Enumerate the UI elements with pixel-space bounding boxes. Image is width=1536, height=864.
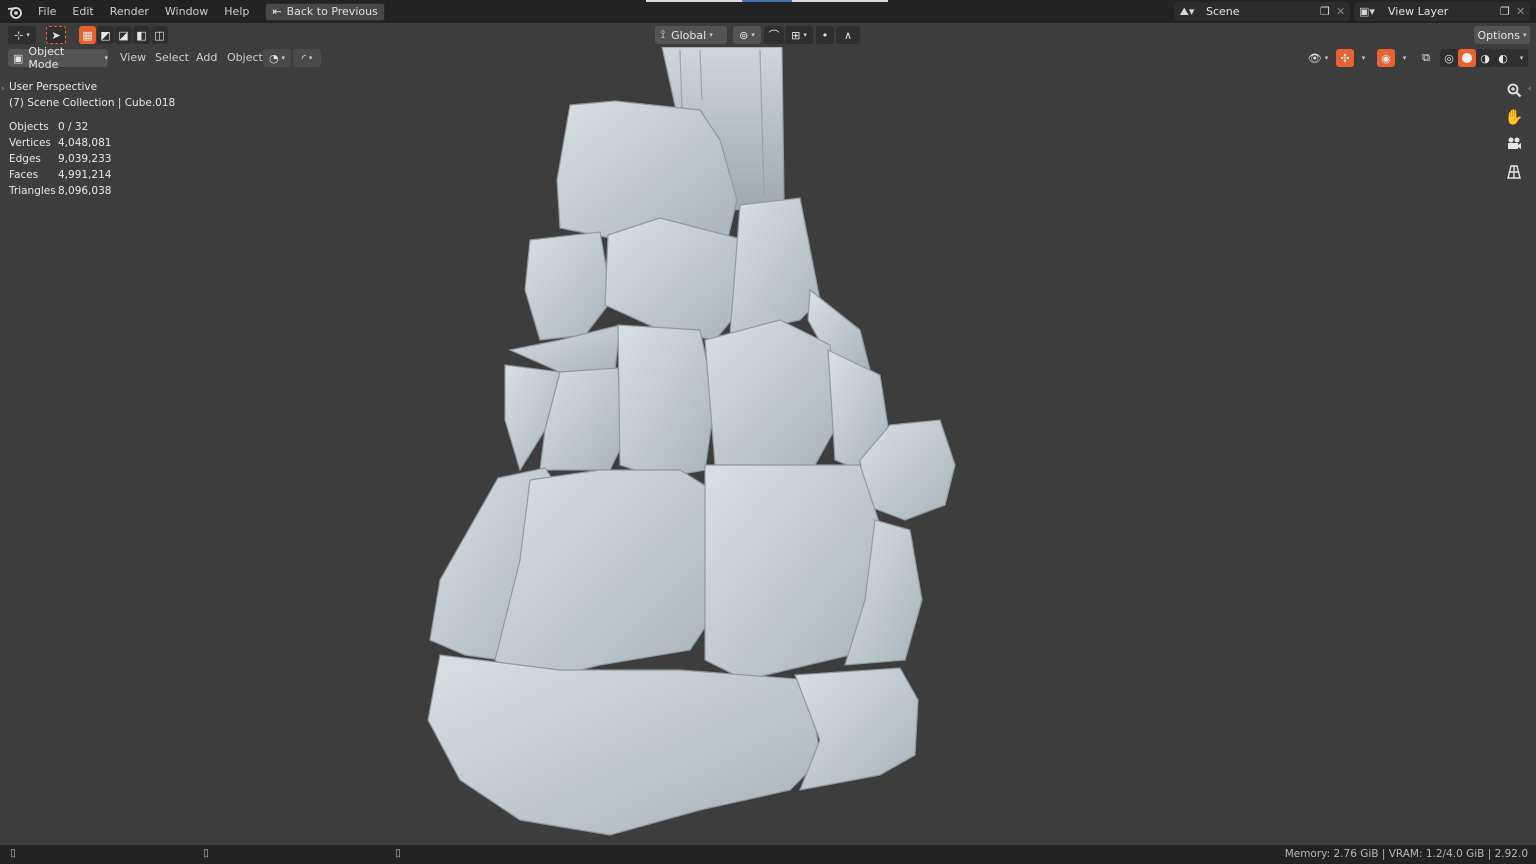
status-info: Memory: 2.76 GiB | VRAM: 1.2/4.0 GiB | 2… [1284,848,1528,860]
select-mode-invert-icon[interactable]: ◧ [133,26,150,44]
mouse-middle-icon: ▯ [203,847,209,859]
zoom-icon[interactable] [1502,78,1526,102]
menu-window[interactable]: Window [157,0,216,23]
options-label: Options [1477,28,1520,42]
stat-value: 4,048,081 [58,137,112,149]
menu-render[interactable]: Render [102,0,157,23]
snap-toggle-icon[interactable]: ⌒ [764,26,784,44]
stat-label: Triangles [9,185,56,197]
transform-pivot-dropdown[interactable]: ◔ ▾ [263,49,291,67]
stat-row: Faces 4,991,214 [9,167,111,183]
back-to-previous-label: Back to Previous [286,5,378,18]
mode-chevron-icon: ▾ [104,54,108,62]
status-bar: ▯ ▯ ▯ Memory: 2.76 GiB | VRAM: 1.2/4.0 G… [0,845,1536,864]
select-mode-subtract-icon[interactable]: ◪ [115,26,132,44]
view-layer-selector[interactable]: ▣▾ View Layer ❐ ✕ [1354,2,1530,21]
workspace-tab-active[interactable] [742,0,792,2]
editor-type-button[interactable]: ⊹ ▾ [8,26,36,44]
select-mode-extend-icon[interactable]: ◩ [97,26,114,44]
camera-view-icon[interactable] [1502,132,1526,156]
select-tool-button[interactable]: ➤ [46,26,66,44]
viewport-header: ▣ Object Mode ▾ View Select Add Object ◔… [0,45,1536,71]
back-arrow-icon: ⇤ [272,5,282,18]
snap-target-dropdown[interactable]: ⊞ ▾ [785,26,813,44]
object-mode-icon: ▣ [13,51,24,65]
scene-selector[interactable]: ⛰▾ Scene ❐ ✕ [1174,2,1350,21]
options-dropdown[interactable]: Options ▾ [1474,26,1530,44]
new-view-layer-icon[interactable]: ❐ [1500,5,1516,18]
gizmo-dropdown[interactable]: ▾ [1355,49,1369,67]
pivot-point-dropdown[interactable]: ⊚ ▾ [733,26,761,44]
viewport-info-overlay: User Perspective (7) Scene Collection | … [9,79,175,111]
view-layer-name: View Layer [1388,5,1449,18]
mode-dropdown[interactable]: ▣ Object Mode ▾ [8,45,108,71]
new-scene-icon[interactable]: ❐ [1320,5,1336,18]
viewport-canvas[interactable] [0,0,1536,864]
delete-view-layer-icon[interactable]: ✕ [1516,5,1530,18]
back-to-previous-button[interactable]: ⇤ Back to Previous [265,2,385,21]
sidebar-expand-arrow-icon[interactable]: ‹ [1528,84,1532,94]
visibility-dropdown[interactable]: 👁 ▾ [1303,49,1333,67]
rock-pillar-model[interactable] [427,46,956,836]
scene-statistics: Objects 0 / 32 Vertices 4,048,081 Edges 9,0… [9,119,111,199]
blender-logo-icon[interactable] [0,0,30,23]
menu-edit[interactable]: Edit [64,0,101,23]
shading-rendered-icon[interactable]: ◐ [1494,49,1512,67]
stat-value: 9,039,233 [58,153,112,165]
toolbar-expand-arrow-icon[interactable]: › [1,84,5,94]
pan-hand-icon[interactable]: ✋ [1502,105,1526,129]
orientation-value: Global [671,28,707,42]
chevron-down-icon: ▾ [709,31,713,39]
orientation-axes-icon: ⟟ [661,28,666,41]
shading-dropdown[interactable]: ▾ [1512,49,1528,67]
perspective-toggle-icon[interactable] [1502,160,1526,184]
view-layer-icon: ▣▾ [1359,5,1375,18]
stat-label: Faces [9,169,39,181]
gizmo-toggle-icon[interactable]: ✣ [1336,49,1354,67]
shading-material-icon[interactable]: ◑ [1476,49,1494,67]
scene-icon: ⛰▾ [1179,4,1195,18]
transform-orientation-dropdown[interactable]: ⟟ Global ▾ [655,26,727,44]
shading-wireframe-icon[interactable]: ◎ [1440,49,1458,67]
menu-file[interactable]: File [30,0,64,23]
mode-value: Object Mode [28,45,65,71]
stat-label: Objects [9,121,49,133]
stat-value: 8,096,038 [58,185,112,197]
shading-solid-icon[interactable] [1458,49,1476,67]
perspective-label: User Perspective [9,81,98,93]
overlay-dropdown[interactable]: ▾ [1396,49,1410,67]
stat-row: Objects 0 / 32 [9,119,111,135]
collection-label: (7) Scene Collection | Cube.018 [9,97,176,109]
stat-value: 0 / 32 [58,121,89,133]
mouse-left-icon: ▯ [10,847,16,859]
overlay-toggle-icon[interactable]: ◉ [1377,49,1395,67]
curve-dropdown[interactable]: ◜ ▾ [293,49,321,67]
select-mode-intersect-icon[interactable]: ◫ [151,26,168,44]
options-chevron-icon: ▾ [1522,31,1527,39]
stat-row: Vertices 4,048,081 [9,135,111,151]
delete-scene-icon[interactable]: ✕ [1336,5,1350,18]
menu-help[interactable]: Help [216,0,257,23]
scene-name: Scene [1206,5,1240,18]
mouse-right-icon: ▯ [395,847,401,859]
stat-row: Edges 9,039,233 [9,151,111,167]
select-mode-new-icon[interactable]: ▦ [79,26,96,44]
stat-value: 4,991,214 [58,169,112,181]
stat-label: Edges [9,153,41,165]
tool-header: ⊹ ▾ ➤ ▦ ◩ ◪ ◧ ◫ ⟟ Global ▾ ⊚ ▾ ⌒ ⊞ ▾ • ∧ Op… [0,23,1536,47]
stat-label: Vertices [9,137,51,149]
xray-toggle-icon[interactable]: ⧉ [1417,49,1435,67]
falloff-icon[interactable]: ∧ [836,26,860,44]
proportional-edit-icon[interactable]: • [816,26,834,44]
stat-row: Triangles 8,096,038 [9,183,111,199]
